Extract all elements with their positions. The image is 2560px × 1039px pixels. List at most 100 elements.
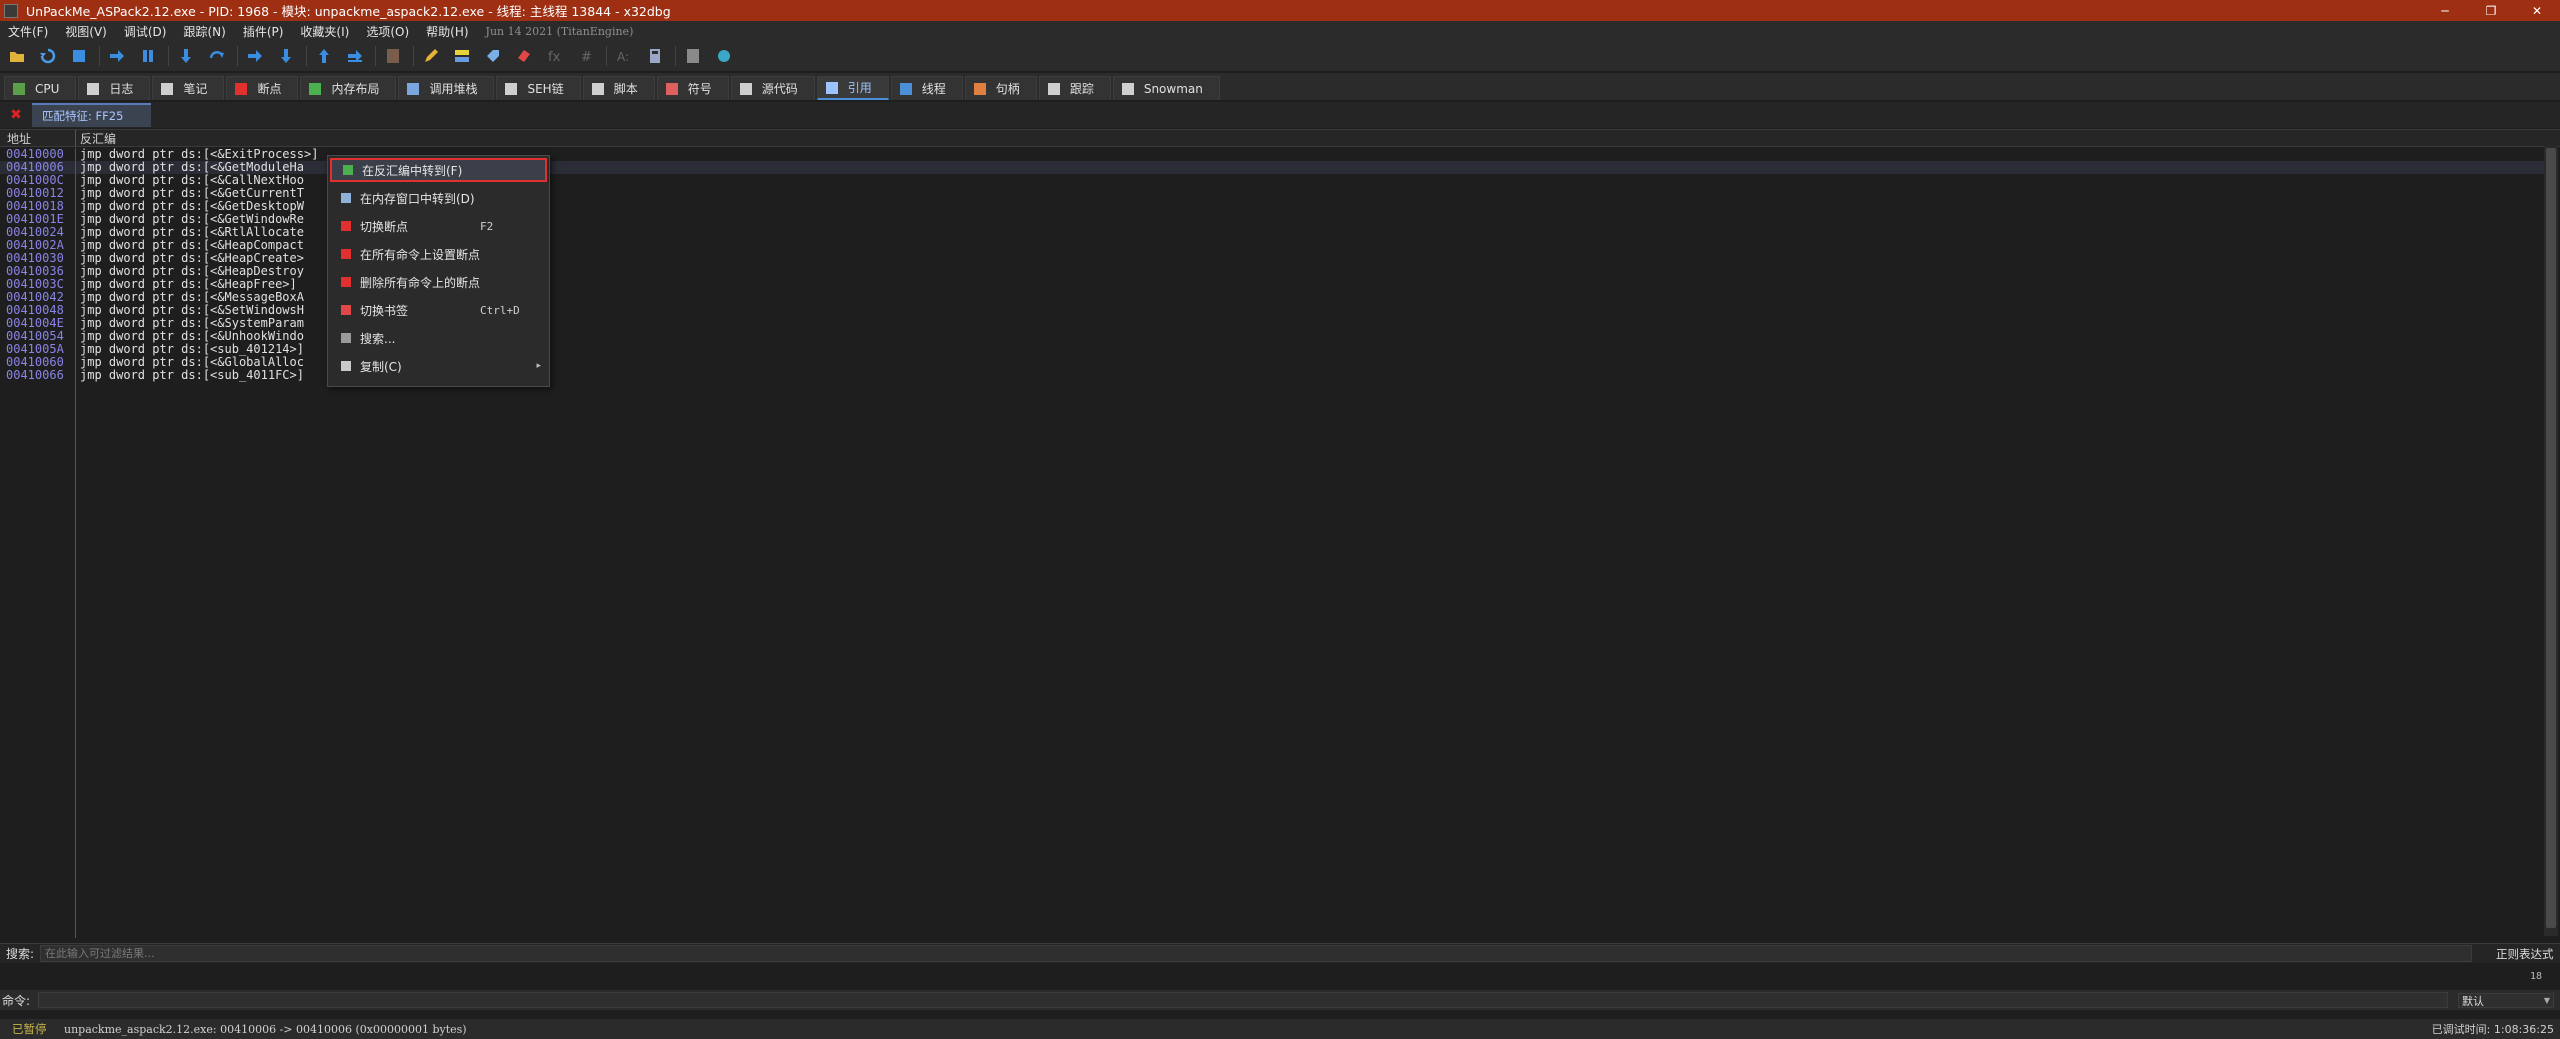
execute-till-return-icon[interactable] xyxy=(313,45,335,67)
row-address: 00410066 xyxy=(0,369,76,382)
close-icon[interactable]: ✖ xyxy=(8,107,24,123)
menu-help[interactable]: 帮助(H) xyxy=(418,23,477,40)
menu-item-shortcut: F2 xyxy=(480,219,494,233)
menu-trace[interactable]: 跟踪(N) xyxy=(175,23,234,40)
menu-item-goto-dump[interactable]: 在内存窗口中转到(D) xyxy=(330,186,547,210)
variables-icon[interactable]: # xyxy=(575,45,597,67)
subtab-pattern[interactable]: 匹配特征: FF25 xyxy=(32,103,152,127)
functions-icon[interactable]: fx xyxy=(544,45,566,67)
tab-breakpoint[interactable]: 断点 xyxy=(226,76,299,100)
tab-memory-map[interactable]: 内存布局 xyxy=(300,76,397,100)
restart-icon[interactable] xyxy=(37,45,59,67)
column-disassembly[interactable]: 反汇编 xyxy=(76,130,116,147)
toolbar-separator xyxy=(306,46,307,66)
tab-cpu[interactable]: CPU xyxy=(4,76,77,100)
menu-item-label: 复制(C) xyxy=(360,359,402,374)
script-icon xyxy=(591,82,604,95)
globe-icon[interactable] xyxy=(713,45,735,67)
toolbar-separator xyxy=(413,46,414,66)
tab-threads[interactable]: 线程 xyxy=(890,76,963,100)
toolbar: fx # A: xyxy=(0,41,2560,71)
labels-icon[interactable] xyxy=(482,45,504,67)
comments-icon[interactable] xyxy=(451,45,473,67)
title-bar: UnPackMe_ASPack2.12.exe - PID: 1968 - 模块… xyxy=(0,0,2560,21)
menu-file[interactable]: 文件(F) xyxy=(0,23,57,40)
patch-icon[interactable] xyxy=(420,45,442,67)
trace-over-icon[interactable] xyxy=(275,45,297,67)
menu-item-label: 在反汇编中转到(F) xyxy=(362,163,463,178)
toolbar-separator xyxy=(606,46,607,66)
tab-snowman[interactable]: Snowman xyxy=(1112,76,1220,100)
menu-options[interactable]: 选项(O) xyxy=(358,23,418,40)
vertical-scrollbar[interactable] xyxy=(2544,146,2558,936)
step-into-icon[interactable] xyxy=(175,45,197,67)
tab-label: SEH链 xyxy=(527,82,564,96)
column-address[interactable]: 地址 xyxy=(0,129,76,147)
strings-icon[interactable]: A: xyxy=(613,45,635,67)
trace-into-icon[interactable] xyxy=(244,45,266,67)
regex-checkbox[interactable]: 正则表达式 xyxy=(2496,946,2554,962)
menu-item-copy[interactable]: 复制(C) ▸ xyxy=(330,354,547,378)
minimize-button[interactable]: ─ xyxy=(2422,0,2468,21)
table-header: 地址 反汇编 xyxy=(0,129,2560,147)
menu-view[interactable]: 视图(V) xyxy=(57,23,116,40)
tab-label: 断点 xyxy=(257,82,282,96)
run-icon[interactable] xyxy=(106,45,128,67)
menu-plugins[interactable]: 插件(P) xyxy=(235,23,293,40)
command-label: 命令: xyxy=(2,993,31,1008)
calculator-icon[interactable] xyxy=(682,45,704,67)
tab-label: 引用 xyxy=(847,81,872,95)
tab-source[interactable]: 源代码 xyxy=(730,76,815,100)
context-menu: 在反汇编中转到(F) 在内存窗口中转到(D) 切换断点 F2 在所有命令上设置断点 删除所… xyxy=(327,155,550,387)
menu-debug[interactable]: 调试(D) xyxy=(116,23,176,40)
tab-label: 内存布局 xyxy=(331,82,380,96)
row-disassembly: jmp dword ptr ds:[<sub_4011FC>] xyxy=(80,368,304,382)
command-engine-select[interactable]: 默认 ▼ xyxy=(2458,993,2554,1008)
menu-favourites[interactable]: 收藏夹(I) xyxy=(292,23,358,40)
toggle-breakpoint-icon xyxy=(338,218,354,234)
scylla-icon[interactable] xyxy=(382,45,404,67)
search-input[interactable] xyxy=(40,945,2472,962)
open-icon[interactable] xyxy=(6,45,28,67)
tab-log[interactable]: 日志 xyxy=(78,76,151,100)
stop-icon[interactable] xyxy=(68,45,90,67)
menu-item-set-all-breakpoints[interactable]: 在所有命令上设置断点 xyxy=(330,242,547,266)
tab-call-stack[interactable]: 调用堆栈 xyxy=(398,76,495,100)
menu-item-remove-all-breakpoints[interactable]: 删除所有命令上的断点 xyxy=(330,270,547,294)
tab-label: 笔记 xyxy=(183,82,208,96)
calls-icon[interactable] xyxy=(644,45,666,67)
symbols-icon xyxy=(665,82,678,95)
tab-label: 调用堆栈 xyxy=(429,82,478,96)
tab-handles[interactable]: 句柄 xyxy=(964,76,1037,100)
search-bar: 搜索: 正则表达式 xyxy=(0,943,2560,963)
menu-item-goto-disasm[interactable]: 在反汇编中转到(F) xyxy=(330,158,547,182)
menu-item-toggle-breakpoint[interactable]: 切换断点 F2 xyxy=(330,214,547,238)
toolbar-separator xyxy=(675,46,676,66)
copy-icon xyxy=(338,358,354,374)
tab-seh[interactable]: SEH链 xyxy=(496,76,581,100)
build-date: Jun 14 2021 (TitanEngine) xyxy=(485,24,634,38)
command-engine-value: 默认 xyxy=(2462,994,2484,1008)
pause-icon[interactable] xyxy=(137,45,159,67)
main-tabs: CPU 日志 笔记 断点 内存布局 调用堆栈 SEH链 脚本 符号 源代码 引用 线程 句柄 跟踪 Snow… xyxy=(0,73,2560,100)
run-to-user-code-icon[interactable] xyxy=(344,45,366,67)
step-over-icon[interactable] xyxy=(206,45,228,67)
scrollbar-thumb[interactable] xyxy=(2546,148,2556,928)
tab-script[interactable]: 脚本 xyxy=(582,76,655,100)
restore-button[interactable]: ❐ xyxy=(2468,0,2514,21)
tab-notes[interactable]: 笔记 xyxy=(152,76,225,100)
menu-item-bookmark[interactable]: 切换书签 Ctrl+D xyxy=(330,298,547,322)
menu-item-search[interactable]: 搜索... xyxy=(330,326,547,350)
close-button[interactable]: ✕ xyxy=(2514,0,2560,21)
tab-symbols[interactable]: 符号 xyxy=(656,76,729,100)
tab-references[interactable]: 引用 xyxy=(816,76,889,100)
tab-trace[interactable]: 跟踪 xyxy=(1038,76,1111,100)
menu-item-label: 切换书签 xyxy=(360,303,409,318)
debug-time: 已调试时间: 1:08:36:25 xyxy=(2431,1023,2554,1036)
bookmarks-icon[interactable] xyxy=(513,45,535,67)
app-icon xyxy=(4,3,18,18)
svg-text:#: # xyxy=(581,50,592,64)
command-input[interactable] xyxy=(38,992,2448,1008)
menu-item-label: 切换断点 xyxy=(360,219,409,234)
threads-icon xyxy=(899,82,912,95)
